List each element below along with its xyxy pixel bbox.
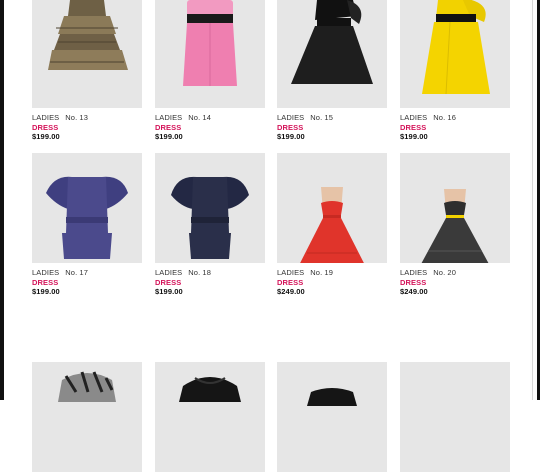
product-image[interactable] <box>155 153 265 263</box>
product-card[interactable]: LADIES No. 17 DRESS $199.00 <box>32 153 142 297</box>
product-card[interactable]: LADIES No. 19 DRESS $249.00 <box>277 153 387 297</box>
product-image[interactable] <box>400 153 510 263</box>
purple-ruffle-sleeve-dress-icon <box>46 176 128 259</box>
product-category[interactable]: DRESS <box>277 278 387 288</box>
zebra-print-dress-icon <box>58 371 116 402</box>
product-card[interactable] <box>400 362 510 472</box>
section-label: LADIES <box>400 113 428 122</box>
product-image[interactable] <box>32 153 142 263</box>
product-image[interactable] <box>155 362 265 472</box>
black-one-shoulder-dress-icon <box>291 0 373 84</box>
product-card[interactable]: LADIES No. 15 DRESS $199.00 <box>277 0 387 142</box>
product-card[interactable]: LADIES No. 13 DRESS $199.00 <box>32 0 142 142</box>
product-number: No. 16 <box>433 113 456 122</box>
black-ruffle-top-icon <box>179 377 241 402</box>
product-number: No. 14 <box>188 113 211 122</box>
section-label: LADIES <box>32 113 60 122</box>
red-tulle-dress-icon <box>300 187 364 263</box>
section-label: LADIES <box>155 113 183 122</box>
product-image[interactable] <box>32 362 142 472</box>
product-image[interactable] <box>400 0 510 108</box>
product-category[interactable]: DRESS <box>155 123 265 133</box>
product-price: $199.00 <box>32 287 60 296</box>
product-number: No. 19 <box>310 268 333 277</box>
black-tulle-dress-icon <box>421 189 489 263</box>
product-category[interactable]: DRESS <box>277 123 387 133</box>
product-image[interactable] <box>277 153 387 263</box>
product-card[interactable] <box>32 362 142 472</box>
product-number: No. 13 <box>65 113 88 122</box>
product-card[interactable]: LADIES No. 20 DRESS $249.00 <box>400 153 510 297</box>
product-image[interactable] <box>277 362 387 472</box>
navy-ruffle-sleeve-dress-icon <box>171 176 249 259</box>
product-card[interactable] <box>277 362 387 472</box>
product-category[interactable]: DRESS <box>155 278 265 288</box>
product-image[interactable] <box>155 0 265 108</box>
product-number: No. 18 <box>188 268 211 277</box>
product-category[interactable]: DRESS <box>400 278 510 288</box>
product-category[interactable]: DRESS <box>400 123 510 133</box>
product-number: No. 15 <box>310 113 333 122</box>
section-label: LADIES <box>277 113 305 122</box>
gold-ruffle-dress-icon <box>48 0 128 70</box>
product-image[interactable] <box>400 362 510 472</box>
section-label: LADIES <box>155 268 183 277</box>
product-card[interactable] <box>155 362 265 472</box>
section-label: LADIES <box>277 268 305 277</box>
black-top-icon <box>307 388 357 406</box>
yellow-one-shoulder-dress-icon <box>422 0 490 95</box>
product-grid: LADIES No. 13 DRESS $199.00 LADIES No. 14 … <box>0 0 540 472</box>
product-price: $199.00 <box>400 132 428 141</box>
product-price: $249.00 <box>277 287 305 296</box>
product-price: $199.00 <box>32 132 60 141</box>
product-number: No. 17 <box>65 268 88 277</box>
product-price: $249.00 <box>400 287 428 296</box>
product-price: $199.00 <box>155 287 183 296</box>
product-image[interactable] <box>277 0 387 108</box>
product-card[interactable]: LADIES No. 14 DRESS $199.00 <box>155 0 265 142</box>
product-price: $199.00 <box>155 132 183 141</box>
product-category[interactable]: DRESS <box>32 278 142 288</box>
section-label: LADIES <box>32 268 60 277</box>
product-number: No. 20 <box>433 268 456 277</box>
product-card[interactable]: LADIES No. 16 DRESS $199.00 <box>400 0 510 142</box>
section-label: LADIES <box>400 268 428 277</box>
pink-strapless-dress-icon <box>183 0 237 86</box>
product-card[interactable]: LADIES No. 18 DRESS $199.00 <box>155 153 265 297</box>
product-category[interactable]: DRESS <box>32 123 142 133</box>
product-price: $199.00 <box>277 132 305 141</box>
product-image[interactable] <box>32 0 142 108</box>
